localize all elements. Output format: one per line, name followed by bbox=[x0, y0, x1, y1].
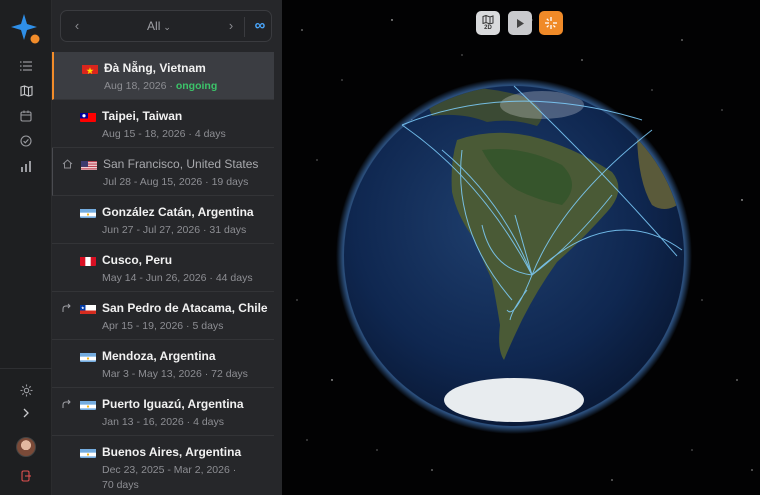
settings-icon[interactable] bbox=[14, 380, 38, 400]
separator-dot: · bbox=[202, 176, 212, 188]
trip-meta: Jan 13 - 16, 2026 · 4 days bbox=[102, 416, 224, 428]
chevron-down-icon: ⌄ bbox=[163, 22, 171, 32]
route-icon bbox=[61, 399, 75, 411]
calendar-icon[interactable] bbox=[14, 106, 38, 126]
separator-dot: · bbox=[183, 416, 194, 428]
trip-meta: Aug 18, 2026 · ongoing bbox=[104, 80, 217, 92]
view-toolbar: 2D bbox=[282, 11, 760, 37]
logout-icon[interactable] bbox=[14, 466, 38, 486]
flag-icon-vn bbox=[82, 63, 98, 74]
trip-meta: May 14 - Jun 26, 2026 · 44 days bbox=[102, 272, 253, 284]
trip-name: Puerto Iguazú, Argentina bbox=[102, 397, 244, 411]
trip-meta: Aug 15 - 18, 2026 · 4 days bbox=[102, 128, 226, 140]
map-icon bbox=[482, 15, 494, 24]
trip-meta: Dec 23, 2025 - Mar 2, 2026 · bbox=[102, 464, 236, 476]
flag-icon-ar bbox=[80, 447, 96, 458]
trip-meta: Jul 28 - Aug 15, 2026 · 19 days bbox=[103, 176, 248, 188]
left-rail bbox=[0, 0, 52, 495]
user-avatar[interactable] bbox=[16, 437, 36, 457]
play-button[interactable] bbox=[508, 11, 532, 35]
trip-meta: Apr 15 - 19, 2026 · 5 days bbox=[102, 320, 223, 332]
trip-list-item[interactable]: Mendoza, Argentina Mar 3 - May 13, 2026 ·… bbox=[52, 340, 274, 388]
map-mode-label: 2D bbox=[484, 25, 492, 31]
sparkle-icon bbox=[545, 17, 557, 29]
map-icon[interactable] bbox=[14, 81, 38, 101]
separator-dot: · bbox=[185, 128, 195, 140]
flag-icon-pe bbox=[80, 255, 96, 266]
separator-dot: · bbox=[201, 368, 212, 380]
trip-list-item[interactable]: San Francisco, United States Jul 28 - Aug… bbox=[52, 148, 274, 196]
trip-duration: 4 days bbox=[194, 128, 226, 140]
separator-dot: · bbox=[229, 464, 237, 476]
flag-icon-ar bbox=[80, 399, 96, 410]
previous-chevron-icon[interactable]: ‹ bbox=[69, 18, 85, 34]
trip-dates: Jan 13 - 16, 2026 bbox=[102, 416, 184, 428]
flag-icon-ar bbox=[80, 207, 96, 218]
trip-list-item[interactable]: Taipei, Taiwan Aug 15 - 18, 2026 · 4 days bbox=[52, 100, 274, 148]
trip-duration: 31 days bbox=[209, 224, 247, 236]
trip-list-item[interactable]: Đà Nẵng, Vietnam Aug 18, 2026 · ongoing bbox=[52, 52, 274, 100]
trip-name: Cusco, Peru bbox=[102, 253, 173, 267]
infinity-icon[interactable]: ∞ bbox=[249, 15, 271, 37]
expand-chevron-icon[interactable] bbox=[14, 403, 38, 423]
stats-icon[interactable] bbox=[14, 156, 38, 176]
trip-list-item[interactable]: Buenos Aires, Argentina Dec 23, 2025 - Ma… bbox=[52, 436, 274, 495]
trip-duration: 19 days bbox=[211, 176, 249, 188]
trip-dates: Dec 23, 2025 - Mar 2, 2026 bbox=[102, 464, 230, 476]
trip-meta: Mar 3 - May 13, 2026 · 72 days bbox=[102, 368, 248, 380]
separator-dot: · bbox=[206, 272, 216, 284]
flag-icon-cl bbox=[80, 303, 96, 314]
trip-dates: May 14 - Jun 26, 2026 bbox=[102, 272, 207, 284]
globe-canvas[interactable] bbox=[282, 0, 760, 495]
trip-name: Đà Nẵng, Vietnam bbox=[104, 61, 206, 75]
trip-name: San Pedro de Atacama, Chile bbox=[102, 301, 268, 315]
trip-dates: Aug 18, 2026 bbox=[104, 80, 167, 92]
trip-dates: Jul 28 - Aug 15, 2026 bbox=[103, 176, 203, 188]
route-icon bbox=[61, 303, 75, 315]
trip-meta: Jun 27 - Jul 27, 2026 · 31 days bbox=[102, 224, 246, 236]
trip-name: Mendoza, Argentina bbox=[102, 349, 216, 363]
check-circle-icon[interactable] bbox=[14, 131, 38, 151]
trip-duration: 72 days bbox=[211, 368, 248, 380]
trip-name: Buenos Aires, Argentina bbox=[102, 445, 242, 459]
trip-status-badge: ongoing bbox=[175, 80, 218, 92]
trip-dates: Aug 15 - 18, 2026 bbox=[102, 128, 186, 140]
trip-duration: 4 days bbox=[193, 416, 225, 428]
globe-view[interactable]: 2D bbox=[282, 0, 760, 495]
trip-dates: Mar 3 - May 13, 2026 bbox=[102, 368, 202, 380]
trip-list-item[interactable]: Puerto Iguazú, Argentina Jan 13 - 16, 202… bbox=[52, 388, 274, 436]
trip-list-item[interactable]: San Pedro de Atacama, Chile Apr 15 - 19, … bbox=[52, 292, 274, 340]
filter-label: All bbox=[147, 19, 161, 33]
separator-dot: · bbox=[166, 80, 176, 92]
trip-dates: Jun 27 - Jul 27, 2026 bbox=[102, 224, 201, 236]
flag-icon-tw bbox=[80, 111, 96, 122]
filter-dropdown[interactable]: All ⌄ bbox=[129, 19, 189, 33]
flag-icon-us bbox=[81, 159, 97, 170]
flag-icon-ar bbox=[80, 351, 96, 362]
trip-list-item[interactable]: González Catán, Argentina Jun 27 - Jul 27… bbox=[52, 196, 274, 244]
trip-list-item[interactable]: Cusco, Peru May 14 - Jun 26, 2026 · 44 da… bbox=[52, 244, 274, 292]
trip-dates: Apr 15 - 19, 2026 bbox=[102, 320, 184, 332]
trip-name: Taipei, Taiwan bbox=[102, 109, 183, 123]
trip-filter-bar: ‹ All ⌄ › ∞ bbox=[60, 10, 272, 42]
home-icon bbox=[62, 159, 76, 171]
filter-divider bbox=[244, 17, 245, 37]
play-icon bbox=[517, 18, 524, 28]
map-mode-button[interactable]: 2D bbox=[476, 11, 500, 35]
next-chevron-icon[interactable]: › bbox=[223, 18, 239, 34]
app-logo-icon[interactable] bbox=[10, 12, 40, 44]
rail-divider bbox=[0, 368, 52, 369]
list-icon[interactable] bbox=[14, 56, 38, 76]
trip-duration: 5 days bbox=[192, 320, 224, 332]
trip-list-panel: ‹ All ⌄ › ∞ Đà Nẵng, Vietnam Aug 18, 2026 … bbox=[52, 0, 282, 495]
trip-name: González Catán, Argentina bbox=[102, 205, 254, 219]
sparkle-button[interactable] bbox=[539, 11, 563, 35]
trip-duration: 70 days bbox=[102, 479, 139, 491]
trip-name: San Francisco, United States bbox=[103, 157, 259, 171]
trip-duration: 44 days bbox=[215, 272, 253, 284]
